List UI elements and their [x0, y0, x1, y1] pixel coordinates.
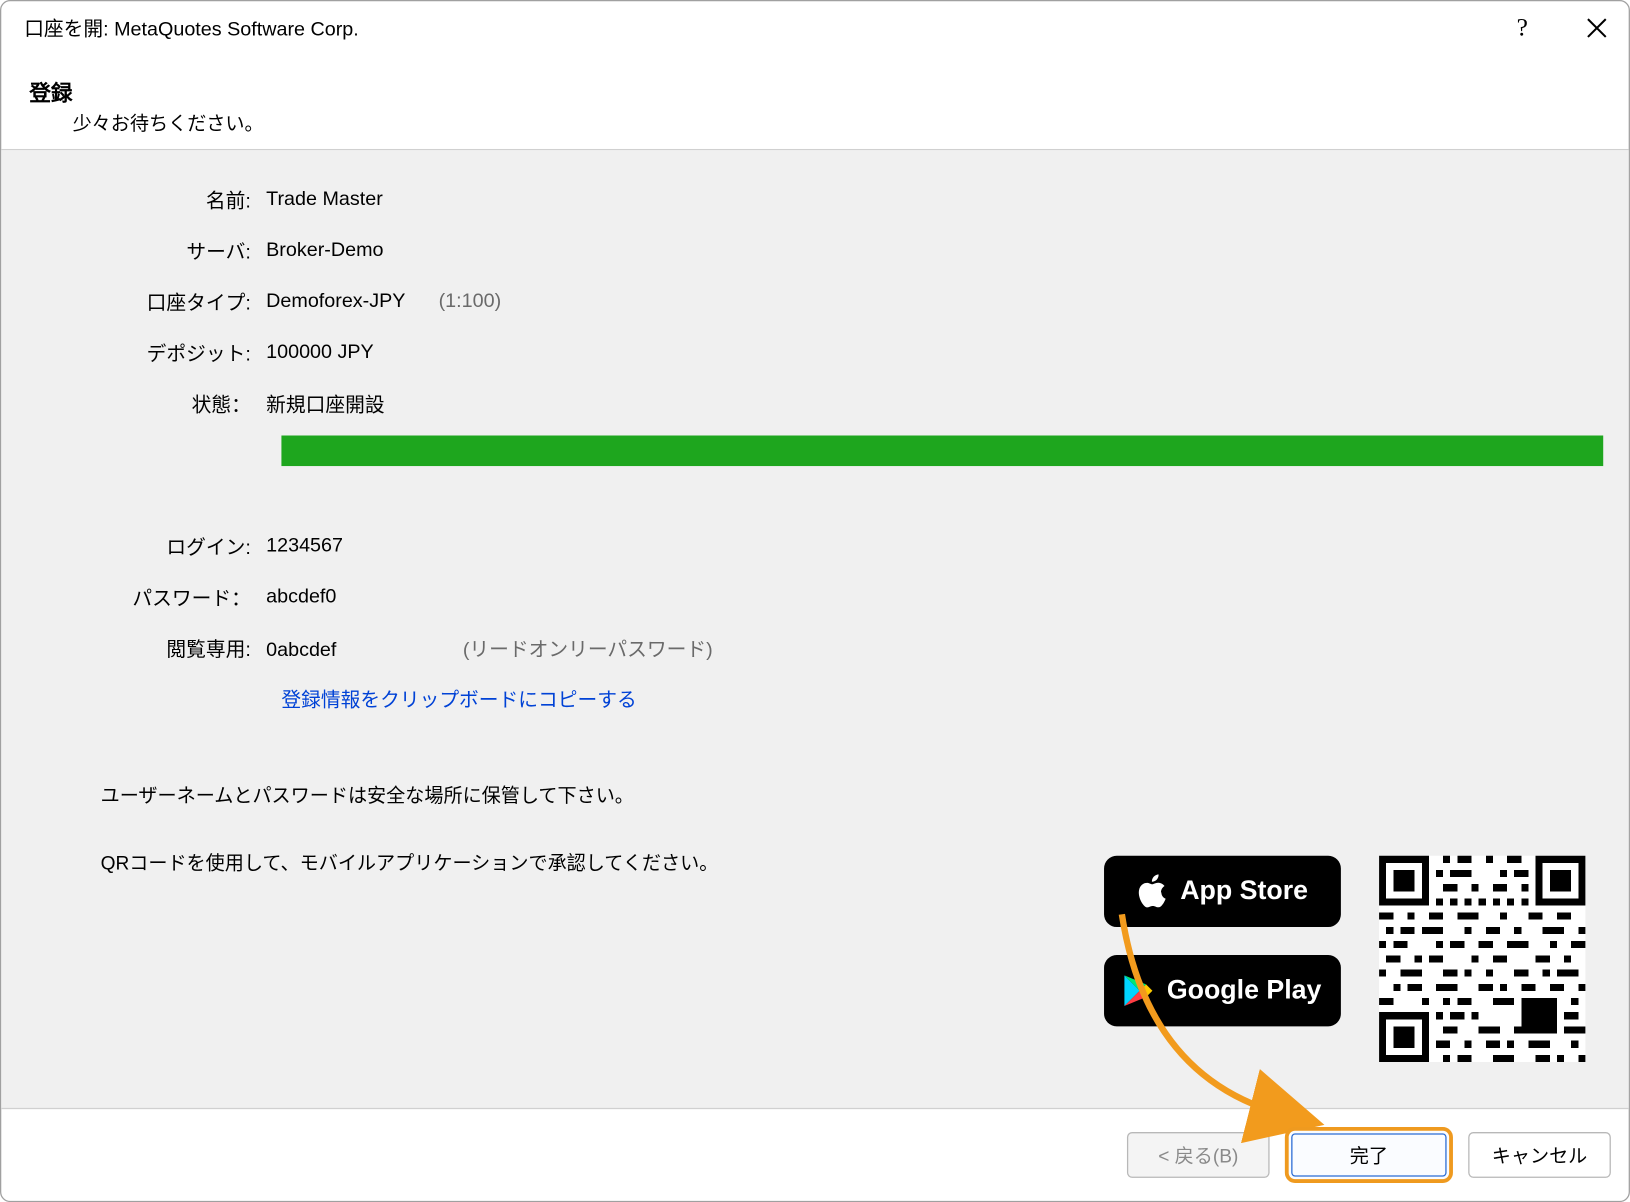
svg-text:?: ?: [1517, 15, 1528, 40]
window-title: 口座を開: MetaQuotes Software Corp.: [24, 14, 359, 42]
login-label: ログイン:: [11, 532, 266, 560]
readonly-value: 0abcdef (リードオンリーパスワード): [266, 634, 713, 662]
google-play-label: Google Play: [1167, 975, 1322, 1006]
app-store-button[interactable]: App Store: [1104, 856, 1341, 927]
footer: < 戻る(B) 完了 キャンセル: [1, 1109, 1628, 1201]
help-icon[interactable]: ?: [1512, 14, 1540, 42]
google-play-icon: [1124, 974, 1155, 1007]
login-value: 1234567: [266, 535, 343, 558]
status-label: 状態：: [11, 390, 266, 418]
account-open-dialog: 口座を開: MetaQuotes Software Corp. ? 登録 少々お…: [0, 0, 1630, 1202]
google-play-button[interactable]: Google Play: [1104, 955, 1341, 1026]
apple-icon: [1137, 874, 1168, 910]
back-button[interactable]: < 戻る(B): [1127, 1132, 1270, 1178]
header-subtitle: 少々お待ちください。: [73, 110, 1601, 137]
leverage-value: (1:100): [439, 290, 502, 312]
header-title: 登録: [29, 75, 1600, 107]
account-type-value: Demoforex-JPY (1:100): [266, 290, 501, 313]
status-value: 新規口座開設: [266, 390, 384, 418]
server-label: サーバ:: [11, 237, 266, 265]
titlebar: 口座を開: MetaQuotes Software Corp. ?: [1, 1, 1628, 52]
name-value: Trade Master: [266, 188, 383, 211]
close-icon[interactable]: [1583, 14, 1611, 42]
cancel-button[interactable]: キャンセル: [1468, 1132, 1611, 1178]
copy-to-clipboard-link[interactable]: 登録情報をクリップボードにコピーする: [281, 685, 1618, 713]
server-value: Broker-Demo: [266, 239, 383, 262]
password-value: abcdef0: [266, 586, 336, 609]
name-label: 名前:: [11, 186, 266, 214]
complete-button[interactable]: 完了: [1285, 1127, 1453, 1183]
deposit-label: デポジット:: [11, 339, 266, 367]
progress-bar: [281, 436, 1603, 467]
header-block: 登録 少々お待ちください。: [1, 52, 1628, 150]
readonly-hint: (リードオンリーパスワード): [463, 639, 713, 661]
hint-safekeep: ユーザーネームとパスワードは安全な場所に保管して下さい。: [101, 782, 1619, 809]
password-label: パスワード：: [11, 583, 266, 611]
qr-code: [1379, 856, 1585, 1062]
deposit-value: 100000 JPY: [266, 341, 374, 364]
readonly-label: 閲覧専用:: [11, 634, 266, 662]
account-type-label: 口座タイプ:: [11, 288, 266, 316]
app-store-label: App Store: [1180, 876, 1308, 907]
content-area: 名前: Trade Master サーバ: Broker-Demo 口座タイプ:…: [1, 150, 1628, 1109]
